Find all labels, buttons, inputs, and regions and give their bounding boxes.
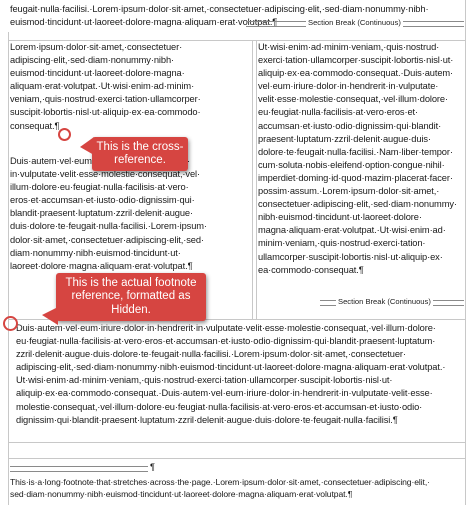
text-line: eu·feugiat·nulla·facilisis·at·vero·eros·… xyxy=(16,336,436,347)
text-line: blandit·praesent·luptatum·zzril·delenit·… xyxy=(10,208,193,219)
text-line: nibh·euismod·tincidunt·ut·laoreet·dolore… xyxy=(258,212,422,223)
text-line: adipiscing·elit,·sed·diam·nonummy·nibh·e… xyxy=(16,362,446,373)
footnote-separator xyxy=(10,466,148,472)
text-line: This·is·a·long·footnote·that·stretches·a… xyxy=(10,477,430,487)
text-line: exerci·tation·ullamcorper·suscipit·lobor… xyxy=(258,55,454,66)
footnote-reference-marker[interactable] xyxy=(3,316,18,331)
text-line: diam·nonummy·nibh·euismod·tincidunt·ut· xyxy=(10,247,181,258)
text-line: Ut·wisi·enim·ad·minim·veniam,·quis·nostr… xyxy=(16,375,393,386)
section-break-right-label: Section Break (Continuous) xyxy=(336,297,433,307)
text-line: dolore·te·feugait·nulla·facilisi.·Nam·li… xyxy=(258,146,453,157)
footnote-separator-mark: ¶ xyxy=(150,462,155,472)
text-line: possim·assum.·Lorem·ipsum·dolor·sit·amet… xyxy=(258,186,440,197)
text-line: veniam,·quis·nostrud·exerci·tation·ullam… xyxy=(10,94,201,105)
text-line: zzril·delenit·augue·duis·dolore·te·feuga… xyxy=(16,349,406,360)
text-line: euismod·tincidunt·ut·laoreet·dolore·magn… xyxy=(10,68,185,79)
text-line: dolor·sit·amet,·consectetuer·adipiscing·… xyxy=(10,234,204,245)
text-line: molestie·consequat,·vel·illum·dolore·eu·… xyxy=(16,401,423,412)
text-boundary-right xyxy=(465,0,466,505)
section-break-top-label: Section Break (Continuous) xyxy=(306,18,403,28)
footnote-reference-callout: This is the actual footnote reference, f… xyxy=(42,273,206,325)
text-line: magna·aliquam·erat·volutpat.·Ut·wisi·eni… xyxy=(258,225,446,236)
document-page: feugait·nulla·facilisi.·Lorem·ipsum·dolo… xyxy=(0,0,474,505)
left-column-para1: Lorem·ipsum·dolor·sit·amet,·consectetuer… xyxy=(10,41,201,133)
text-line: adipiscing·elit,·sed·diam·nonummy·nibh· xyxy=(10,55,175,66)
bottom-paragraph: Duis·autem·vel·eum·iriure·dolor·in·hendr… xyxy=(16,322,445,427)
text-line: imperdiet·doming·id·quod·mazim·placerat·… xyxy=(258,172,453,183)
cross-reference-callout-text: This is the cross-reference. xyxy=(96,140,184,167)
column-divider-left xyxy=(252,40,253,320)
text-line: suscipit·lobortis·nisl·ut·aliquip·ex·ea·… xyxy=(10,107,201,118)
cross-reference-marker[interactable] xyxy=(58,128,71,141)
text-boundary-h3 xyxy=(8,442,466,443)
column-divider-right xyxy=(256,40,257,320)
footnote-text: This·is·a·long·footnote·that·stretches·a… xyxy=(10,476,430,500)
callout-pointer-icon xyxy=(80,137,94,155)
text-line: praesent·luptatum·zzril·delenit·augue·du… xyxy=(258,133,431,144)
text-line: minim·veniam,·quis·nostrud·exerci·tation… xyxy=(258,238,426,249)
text-line: consectetuer·adipiscing·elit,·sed·diam·n… xyxy=(258,199,457,210)
text-line: velit·esse·molestie·consequat,·vel·illum… xyxy=(258,94,448,105)
text-line: aliquam·erat·volutpat.·Ut·wisi·enim·ad·m… xyxy=(10,81,195,92)
text-line: sed·diam·nonummy·nibh·euismod·tincidunt·… xyxy=(10,489,353,499)
text-line: Ut·wisi·enim·ad·minim·veniam,·quis·nostr… xyxy=(258,42,440,52)
text-line: aliquip·ex·ea·commodo·consequat.·Duis·au… xyxy=(258,68,454,79)
text-line: feugait·nulla·facilisi.·Lorem·ipsum·dolo… xyxy=(10,4,429,14)
text-line: accumsan·et·iusto·odio·dignissim·qui·bla… xyxy=(258,120,442,131)
text-line: cum·soluta·nobis·eleifend·option·congue·… xyxy=(258,159,445,170)
text-line: vel·eum·iriure·dolor·in·hendrerit·in·vul… xyxy=(258,81,439,92)
text-boundary-h4 xyxy=(8,458,466,459)
text-line: Duis·autem·vel·eum·iriure·dolor·in·hendr… xyxy=(16,323,436,333)
text-line: illum·dolore·eu·feugiat·nulla·facilisis·… xyxy=(10,182,189,193)
callout-pointer-icon xyxy=(42,307,58,325)
right-column-paragraph: Ut·wisi·enim·ad·minim·veniam,·quis·nostr… xyxy=(258,41,457,277)
text-line: ea·commodo·consequat.¶ xyxy=(258,264,364,275)
text-line: aliquip·ex·ea·commodo·consequat.·Duis·au… xyxy=(16,388,433,399)
text-line: eu·feugiat·nulla·facilisis·at·vero·eros·… xyxy=(258,107,419,118)
text-boundary-left xyxy=(8,40,9,505)
text-line: Lorem·ipsum·dolor·sit·amet,·consectetuer… xyxy=(10,42,183,52)
text-line: laoreet·dolore·magna·aliquam·erat·volutp… xyxy=(10,260,193,271)
text-line: eros·et·accumsan·et·iusto·odio·dignissim… xyxy=(10,195,195,206)
text-line: ullamcorper·suscipit·lobortis·nisl·ut·al… xyxy=(258,251,443,262)
footnote-reference-callout-text: This is the actual footnote reference, f… xyxy=(65,276,197,316)
cross-reference-callout: This is the cross-reference. xyxy=(80,137,188,171)
text-line: duis·dolore·te·feugait·nulla·facilisi.·L… xyxy=(10,221,207,232)
text-line: consequat.¶ xyxy=(10,120,60,131)
text-line: dignissim·qui·blandit·praesent·luptatum·… xyxy=(16,414,398,425)
left-column-para2: Duis·autem·vel·eum·iriure·dolor·in·hendr… xyxy=(10,155,207,273)
